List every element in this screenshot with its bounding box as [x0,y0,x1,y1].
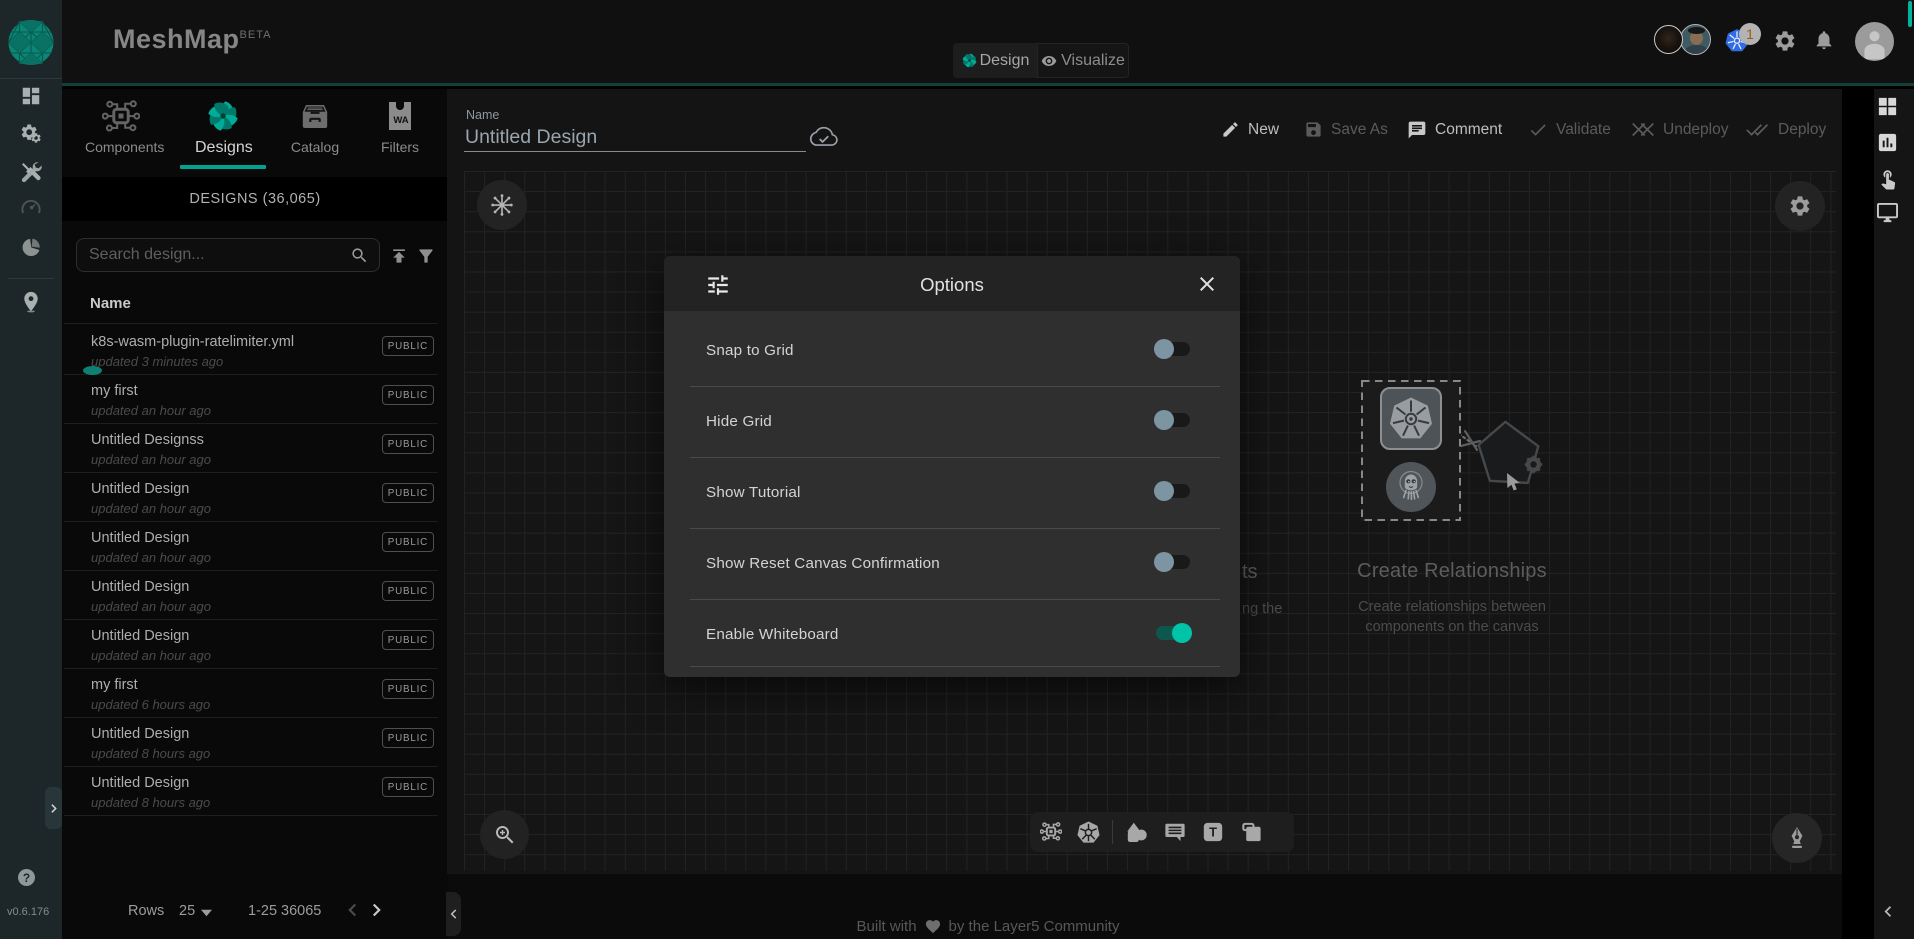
svg-text:WA: WA [393,115,408,126]
svg-text:T: T [1209,825,1217,840]
